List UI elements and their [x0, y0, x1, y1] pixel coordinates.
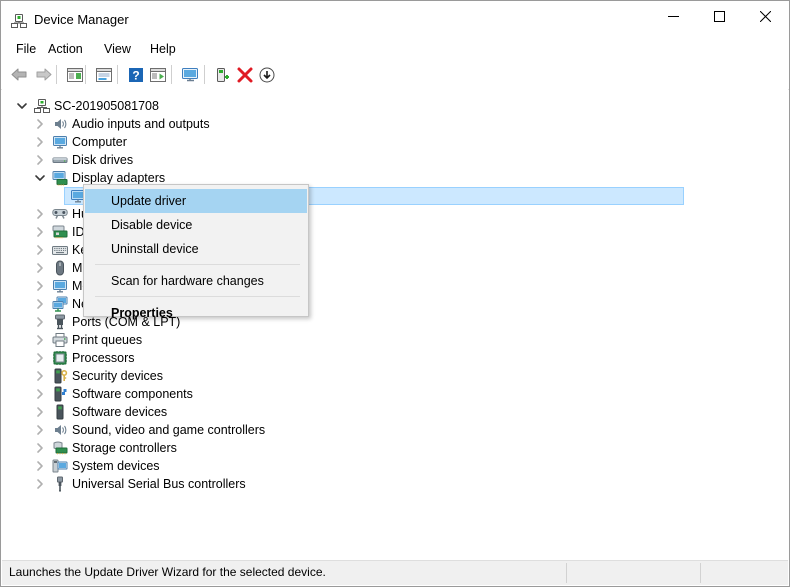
keyboard-icon	[52, 242, 68, 258]
forward-arrow-icon[interactable]	[32, 65, 54, 85]
minimize-button[interactable]	[650, 1, 696, 31]
context-menu-item-update-driver[interactable]: Update driver	[85, 189, 307, 213]
tree-label-disk-drives[interactable]: Disk drives	[72, 151, 133, 169]
maximize-button[interactable]	[696, 1, 742, 31]
storage-controller-icon	[52, 440, 68, 456]
disable-device-icon[interactable]	[256, 65, 278, 85]
tree-label-processors[interactable]: Processors	[72, 349, 135, 367]
computer-root-icon	[34, 98, 50, 114]
tree-label-audio-inputs-and-outputs[interactable]: Audio inputs and outputs	[72, 115, 210, 133]
system-device-icon	[52, 458, 68, 474]
chevron-right-icon[interactable]	[32, 241, 48, 259]
menu-view[interactable]: View	[97, 40, 138, 58]
svg-text:?: ?	[132, 69, 139, 83]
update-driver-icon[interactable]	[147, 65, 169, 85]
chevron-right-icon[interactable]	[32, 151, 48, 169]
tree-label-universal-serial-bus-controllers[interactable]: Universal Serial Bus controllers	[72, 475, 246, 493]
device-manager-icon	[11, 14, 27, 28]
chevron-right-icon[interactable]	[32, 259, 48, 277]
chevron-down-icon[interactable]	[32, 169, 48, 187]
tree-label-software-components[interactable]: Software components	[72, 385, 193, 403]
context-menu-item-properties[interactable]: Properties	[85, 301, 307, 325]
help-icon[interactable]: ?	[125, 65, 147, 85]
context-menu-item-uninstall-device[interactable]: Uninstall device	[85, 237, 307, 261]
chevron-right-icon[interactable]	[32, 313, 48, 331]
chevron-right-icon[interactable]	[32, 295, 48, 313]
menu-file[interactable]: File	[9, 40, 43, 58]
tree-label-software-devices[interactable]: Software devices	[72, 403, 167, 421]
printer-icon	[52, 332, 68, 348]
toolbar-separator	[117, 65, 118, 84]
usb-controller-icon	[52, 476, 68, 492]
toolbar-separator	[204, 65, 205, 84]
window-title: Device Manager	[34, 12, 129, 27]
chevron-right-icon[interactable]	[32, 277, 48, 295]
software-component-icon	[52, 386, 68, 402]
context-menu-separator	[95, 264, 300, 265]
status-bar-separator	[566, 563, 567, 583]
tree-label-root[interactable]: SC-201905081708	[54, 97, 159, 115]
ide-controller-icon	[52, 224, 68, 240]
back-arrow-icon[interactable]	[9, 65, 31, 85]
display-adapter-icon	[52, 170, 68, 186]
software-device-icon	[52, 404, 68, 420]
processor-icon	[52, 350, 68, 366]
context-menu-item-disable-device[interactable]: Disable device	[85, 213, 307, 237]
menu-action[interactable]: Action	[41, 40, 90, 58]
monitor-icon	[52, 278, 68, 294]
scan-for-hardware-changes-icon[interactable]	[179, 65, 201, 85]
chevron-down-icon[interactable]	[14, 97, 30, 115]
security-device-icon	[52, 368, 68, 384]
toolbar-separator	[85, 65, 86, 84]
chevron-right-icon[interactable]	[32, 349, 48, 367]
uninstall-device-icon[interactable]	[234, 65, 256, 85]
chevron-right-icon[interactable]	[32, 115, 48, 133]
context-menu-separator	[95, 296, 300, 297]
chevron-right-icon[interactable]	[32, 457, 48, 475]
toolbar-separator	[56, 65, 57, 84]
chevron-right-icon[interactable]	[32, 223, 48, 241]
status-bar-separator	[700, 563, 701, 583]
toolbar-separator	[171, 65, 172, 84]
properties-icon[interactable]	[93, 65, 115, 85]
title-bar: Device Manager	[1, 1, 789, 37]
device-tree[interactable]: SC-201905081708 Audio inputs and outputs	[2, 89, 788, 554]
status-bar-text: Launches the Update Driver Wizard for th…	[9, 565, 326, 579]
menu-help[interactable]: Help	[143, 40, 183, 58]
tree-label-security-devices[interactable]: Security devices	[72, 367, 163, 385]
show-hide-console-tree-icon[interactable]	[64, 65, 86, 85]
speaker-icon	[52, 422, 68, 438]
tree-label-storage-controllers[interactable]: Storage controllers	[72, 439, 177, 457]
network-adapter-icon	[52, 296, 68, 312]
hid-icon	[52, 206, 68, 222]
tree-label-print-queues[interactable]: Print queues	[72, 331, 142, 349]
chevron-right-icon[interactable]	[32, 439, 48, 457]
context-menu-item-scan-for-hardware-changes[interactable]: Scan for hardware changes	[85, 269, 307, 293]
chevron-right-icon[interactable]	[32, 403, 48, 421]
toolbar: ?	[1, 61, 789, 90]
tree-label-computer[interactable]: Computer	[72, 133, 127, 151]
chevron-right-icon[interactable]	[32, 331, 48, 349]
add-legacy-hardware-icon[interactable]	[212, 65, 234, 85]
tree-label-system-devices[interactable]: System devices	[72, 457, 160, 475]
menu-bar: File Action View Help	[1, 37, 789, 61]
monitor-icon	[52, 134, 68, 150]
chevron-right-icon[interactable]	[32, 475, 48, 493]
tree-label-sound-video-and-game-controllers[interactable]: Sound, video and game controllers	[72, 421, 265, 439]
context-menu[interactable]: Update driver Disable device Uninstall d…	[83, 184, 309, 320]
mouse-icon	[52, 260, 68, 276]
port-icon	[52, 314, 68, 330]
chevron-right-icon[interactable]	[32, 421, 48, 439]
chevron-right-icon[interactable]	[32, 385, 48, 403]
close-button[interactable]	[742, 1, 788, 31]
speaker-icon	[52, 116, 68, 132]
chevron-right-icon[interactable]	[32, 205, 48, 223]
disk-drive-icon	[52, 152, 68, 168]
chevron-right-icon[interactable]	[32, 133, 48, 151]
device-manager-window: Device Manager File Action View Help ? S…	[0, 0, 790, 587]
chevron-right-icon[interactable]	[32, 367, 48, 385]
status-bar: Launches the Update Driver Wizard for th…	[2, 560, 788, 585]
